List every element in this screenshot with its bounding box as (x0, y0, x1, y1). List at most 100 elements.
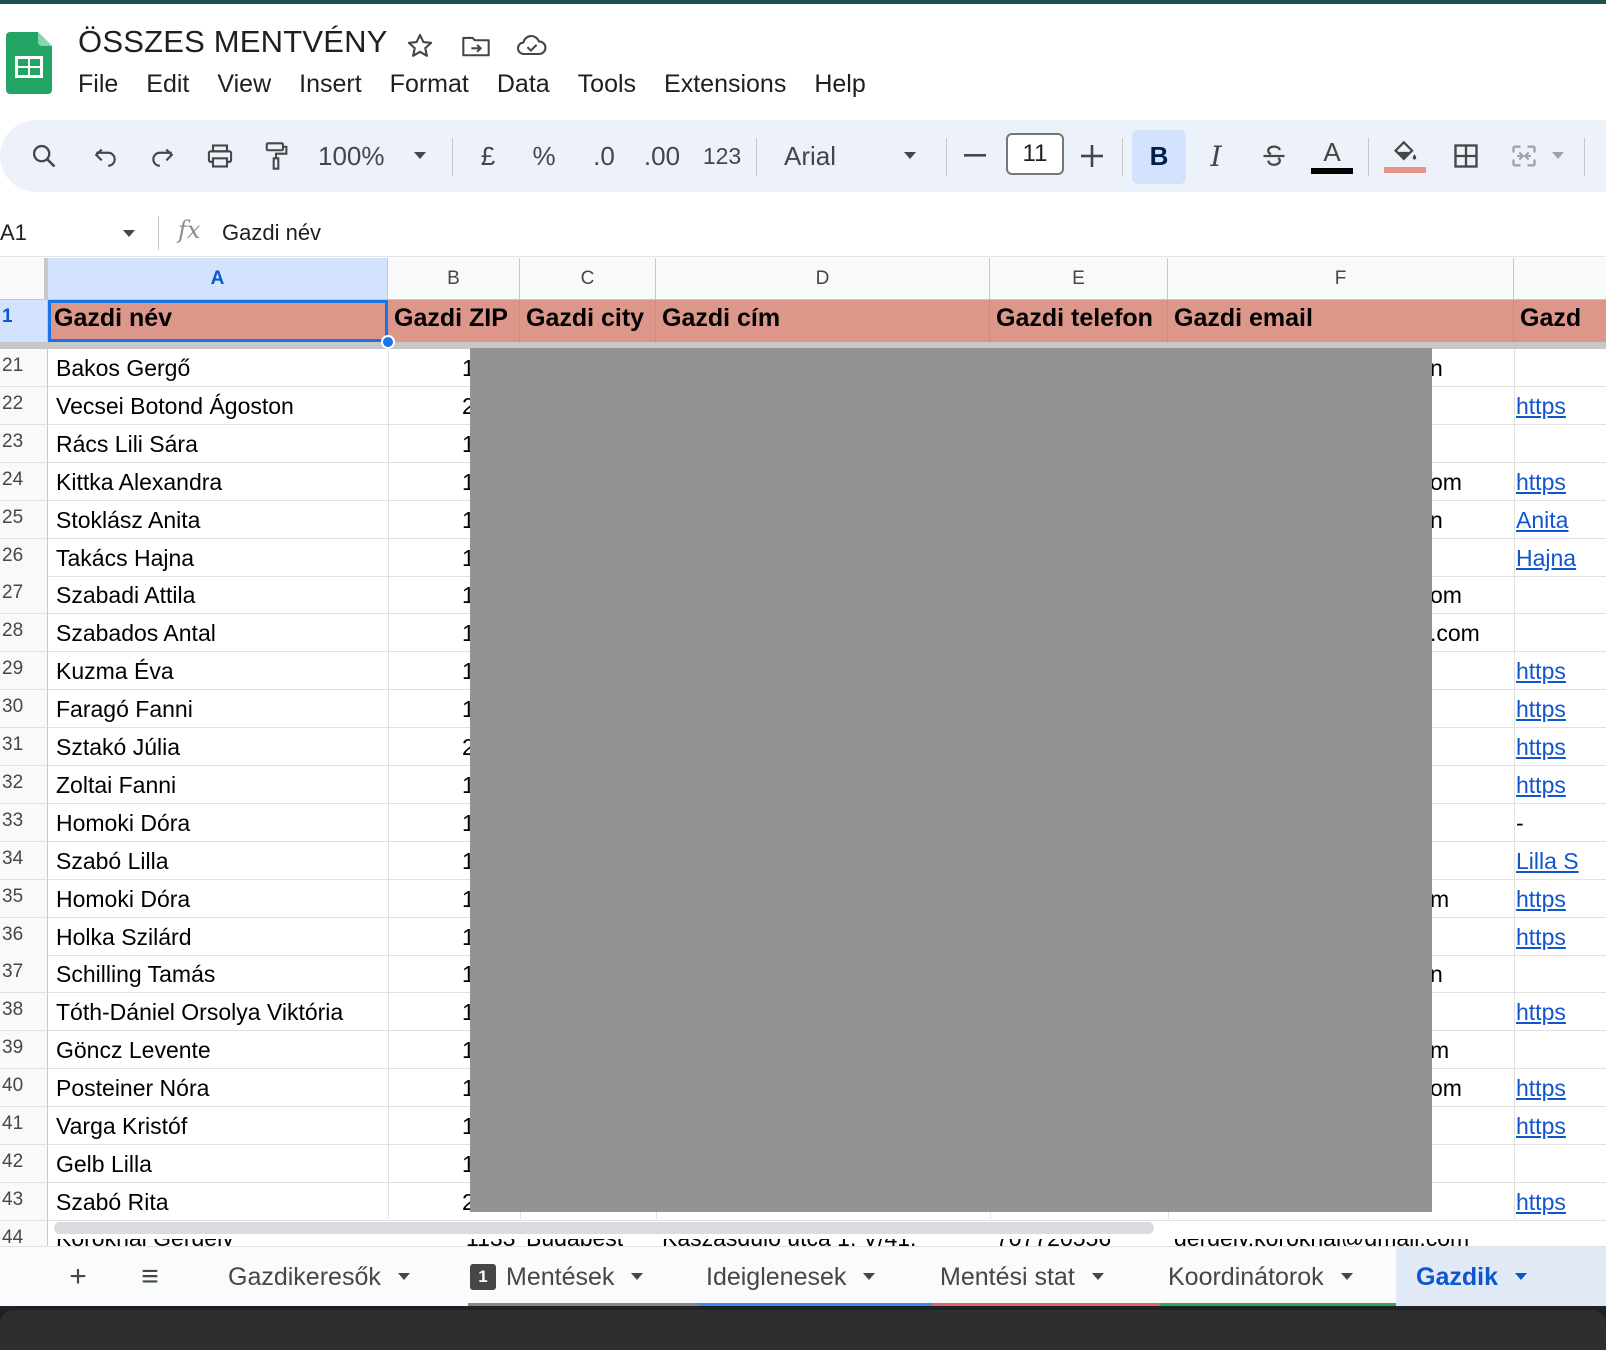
row-header[interactable]: 33 (0, 804, 48, 842)
decrease-font-size-icon[interactable] (958, 120, 992, 192)
tab-ideiglenesek[interactable]: Ideiglenesek (706, 1247, 876, 1307)
tab-mentesi-stat[interactable]: Mentési stat (940, 1247, 1105, 1307)
row-header[interactable]: 27 (0, 576, 48, 614)
bold-button[interactable]: B (1132, 120, 1186, 192)
formula-input[interactable]: Gazdi név (222, 220, 321, 246)
decrease-decimal-button[interactable]: .0 (584, 120, 624, 192)
cell-gazdi-email[interactable]: n (1430, 355, 1510, 382)
increase-decimal-button[interactable]: .00 (638, 120, 686, 192)
borders-icon[interactable] (1446, 120, 1486, 192)
cell-link[interactable]: https (1516, 999, 1606, 1026)
cell-gazdi-nev[interactable]: Tóth-Dániel Orsolya Viktória (56, 999, 343, 1026)
font-dropdown-icon[interactable] (898, 120, 922, 192)
paint-format-icon[interactable] (256, 120, 296, 192)
cell-link[interactable]: Hajna (1516, 545, 1606, 572)
cell-gazdi-email[interactable]: n (1430, 961, 1510, 988)
print-icon[interactable] (200, 120, 240, 192)
menu-data[interactable]: Data (483, 66, 564, 103)
menu-edit[interactable]: Edit (132, 66, 203, 103)
row-header[interactable]: 38 (0, 993, 48, 1031)
column-header-b[interactable]: B (388, 258, 520, 300)
header-cell-gazdi-email[interactable]: Gazdi email (1168, 300, 1514, 342)
row-header[interactable]: 28 (0, 614, 48, 652)
cell-link[interactable]: https (1516, 469, 1606, 496)
tab-dropdown-icon[interactable] (397, 1272, 411, 1282)
tab-gazdikeresok[interactable]: Gazdikeresők (228, 1247, 411, 1307)
cell-gazdi-nev[interactable]: Schilling Tamás (56, 961, 215, 988)
star-icon[interactable] (402, 28, 438, 64)
header-cell-gazdi-zip[interactable]: Gazdi ZIP (388, 300, 520, 342)
cell-gazdi-nev[interactable]: Posteiner Nóra (56, 1075, 209, 1102)
zoom-dropdown-icon[interactable] (408, 120, 432, 192)
font-family-select[interactable]: Arial (784, 120, 884, 192)
cell-gazdi-email[interactable]: m (1430, 1037, 1510, 1064)
spreadsheet-grid[interactable]: A B C D E F 1 Gazdi név Gazdi ZIP Gazdi … (0, 258, 1606, 1248)
tab-koordinatorok[interactable]: Koordinátorok (1168, 1247, 1354, 1307)
increase-font-size-icon[interactable] (1074, 120, 1110, 192)
cell-link[interactable]: https (1516, 734, 1606, 761)
font-size-input[interactable]: 11 (1006, 133, 1064, 175)
cell-link[interactable]: Anita (1516, 507, 1606, 534)
tab-dropdown-icon[interactable] (862, 1272, 876, 1282)
all-sheets-button[interactable]: ≡ (130, 1259, 170, 1295)
cell-gazdi-nev[interactable]: Holka Szilárd (56, 924, 192, 951)
cell-link[interactable]: https (1516, 1189, 1606, 1216)
cell-gazdi-nev[interactable]: Vecsei Botond Ágoston (56, 393, 294, 420)
header-cell-gazdi-city[interactable]: Gazdi city (520, 300, 656, 342)
cell-gazdi-email[interactable]: om (1430, 1075, 1510, 1102)
column-header-f[interactable]: F (1168, 258, 1514, 300)
document-title[interactable]: ÖSSZES MENTVÉNY (78, 24, 388, 60)
name-box-dropdown-icon[interactable] (122, 229, 136, 239)
strikethrough-icon[interactable] (1254, 120, 1294, 192)
cell-gazdi-nev[interactable]: Szabadi Attila (56, 582, 195, 609)
undo-icon[interactable] (86, 120, 126, 192)
more-formats-button[interactable]: 123 (700, 120, 744, 192)
row-header-1[interactable]: 1 (0, 300, 48, 342)
row-header[interactable]: 39 (0, 1031, 48, 1069)
fill-handle[interactable] (381, 335, 395, 349)
merge-dropdown-icon[interactable] (1548, 120, 1568, 192)
tab-dropdown-icon[interactable] (1340, 1272, 1354, 1282)
menu-view[interactable]: View (203, 66, 285, 103)
name-box[interactable]: A1 (0, 220, 27, 246)
tab-dropdown-icon[interactable] (630, 1272, 644, 1282)
cell-gazdi-nev[interactable]: Szabados Antal (56, 620, 216, 647)
row-header[interactable]: 25 (0, 501, 48, 539)
cell-link[interactable]: https (1516, 886, 1606, 913)
cell-gazdi-nev[interactable]: Gelb Lilla (56, 1151, 152, 1178)
column-header-d[interactable]: D (656, 258, 990, 300)
horizontal-scroll-thumb[interactable] (54, 1222, 1154, 1234)
cell-gazdi-email[interactable]: m (1430, 886, 1510, 913)
fill-color-button[interactable] (1382, 120, 1428, 192)
row-header[interactable]: 22 (0, 387, 48, 425)
column-header-e[interactable]: E (990, 258, 1168, 300)
cell-gazdi-email[interactable]: om (1430, 469, 1510, 496)
header-cell-g-truncated[interactable]: Gazd (1514, 300, 1606, 342)
redo-icon[interactable] (142, 120, 182, 192)
cell-link[interactable]: https (1516, 1075, 1606, 1102)
search-menus-icon[interactable] (24, 120, 64, 192)
row-header[interactable]: 24 (0, 463, 48, 501)
cell-gazdi-nev[interactable]: Zoltai Fanni (56, 772, 176, 799)
add-sheet-button[interactable]: + (58, 1259, 98, 1295)
row-header[interactable]: 35 (0, 880, 48, 918)
italic-button[interactable]: I (1196, 120, 1236, 192)
row-header[interactable]: 42 (0, 1145, 48, 1183)
zoom-select[interactable]: 100% (318, 120, 398, 192)
row-header[interactable]: 34 (0, 842, 48, 880)
cell-gazdi-nev[interactable]: Bakos Gergő (56, 355, 190, 382)
row-header[interactable]: 41 (0, 1107, 48, 1145)
row-header[interactable]: 29 (0, 652, 48, 690)
row-header[interactable]: 43 (0, 1183, 48, 1221)
menu-insert[interactable]: Insert (285, 66, 376, 103)
cell-gazdi-nev[interactable]: Göncz Levente (56, 1037, 211, 1064)
row-header[interactable]: 30 (0, 690, 48, 728)
cell-link[interactable]: https (1516, 696, 1606, 723)
menu-tools[interactable]: Tools (564, 66, 650, 103)
cell-gazdi-nev[interactable]: Szabó Rita (56, 1189, 169, 1216)
row-header[interactable]: 36 (0, 918, 48, 956)
percent-format-button[interactable]: % (526, 120, 562, 192)
tab-gazdik[interactable]: Gazdik (1396, 1247, 1606, 1307)
header-cell-gazdi-cim[interactable]: Gazdi cím (656, 300, 990, 342)
cell-link[interactable]: https (1516, 772, 1606, 799)
